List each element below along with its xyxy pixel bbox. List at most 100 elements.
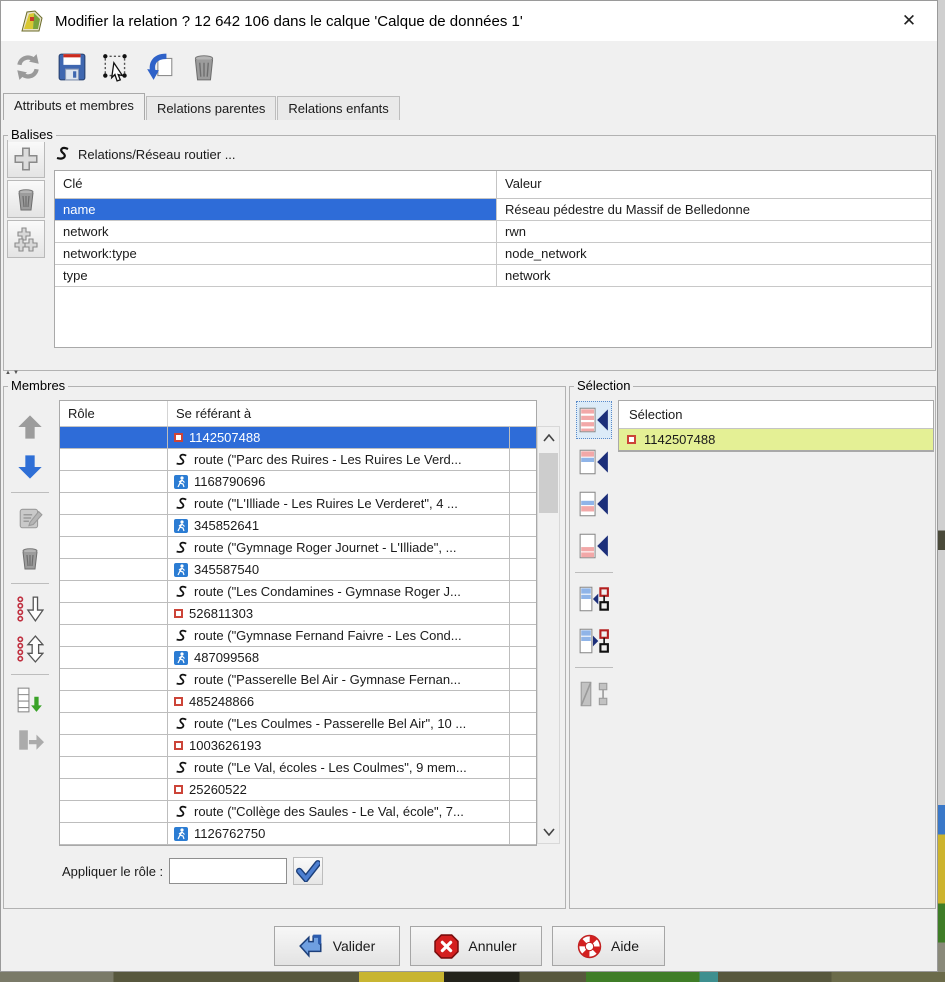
tab-1[interactable]: Relations parentes <box>146 96 276 120</box>
member-row[interactable]: route ("Les Condamines - Gymnase Roger J… <box>60 581 536 603</box>
splitter-up-icon[interactable]: ▲ <box>5 370 13 376</box>
tag-row[interactable]: typenetwork <box>55 265 931 287</box>
member-row[interactable]: 1142507488 <box>60 427 536 449</box>
member-role-cell <box>60 537 168 558</box>
download-members-button[interactable] <box>11 682 49 718</box>
selection-group-title: Sélection <box>574 378 633 393</box>
tag-key: type <box>55 265 497 286</box>
paste-tags-button[interactable] <box>7 220 45 258</box>
member-row[interactable]: 485248866 <box>60 691 536 713</box>
move-up-button[interactable] <box>11 409 49 445</box>
member-row[interactable]: 25260522 <box>60 779 536 801</box>
separator <box>575 572 613 573</box>
member-row[interactable]: 1126762750 <box>60 823 536 845</box>
member-link-cell <box>510 823 536 844</box>
splitter-handle[interactable]: ▲▼ <box>5 370 21 376</box>
pedestrian-way-icon <box>174 475 188 489</box>
tag-row[interactable]: nameRéseau pédestre du Massif de Belledo… <box>55 199 931 221</box>
edit-member-button[interactable] <box>11 500 49 536</box>
apply-changes-button[interactable] <box>141 48 179 86</box>
tab-2[interactable]: Relations enfants <box>277 96 399 120</box>
preset-row[interactable]: Relations/Réseau routier ... <box>54 144 236 164</box>
apply-role-button[interactable] <box>293 857 323 885</box>
refresh-button[interactable] <box>9 48 47 86</box>
tag-table-body: nameRéseau pédestre du Massif de Belledo… <box>55 199 931 287</box>
tag-row[interactable]: network:typenode_network <box>55 243 931 265</box>
member-row[interactable]: route ("Gymnage Roger Journet - L'Illiad… <box>60 537 536 559</box>
scrollbar-thumb[interactable] <box>539 453 558 513</box>
value-column-header[interactable]: Valeur <box>497 171 931 198</box>
sort-members-button[interactable] <box>11 591 49 627</box>
pedestrian-way-icon <box>174 651 188 665</box>
close-icon[interactable]: ✕ <box>897 9 921 33</box>
member-row[interactable]: 1003626193 <box>60 735 536 757</box>
member-role-cell <box>60 735 168 756</box>
member-ref-cell: 25260522 <box>168 779 510 800</box>
member-ref-cell: 1126762750 <box>168 823 510 844</box>
selection-column-header[interactable]: Sélection <box>619 401 933 429</box>
member-role-cell <box>60 669 168 690</box>
add-selection-after-button[interactable] <box>576 485 612 523</box>
window-title: Modifier la relation ? 12 642 106 dans l… <box>55 13 523 30</box>
member-label: 1126762750 <box>194 823 265 844</box>
tags-group: Balises <box>3 135 936 371</box>
role-column-header[interactable]: Rôle <box>60 401 168 426</box>
separator <box>575 667 613 668</box>
selection-row[interactable]: 1142507488 <box>619 429 933 451</box>
scroll-up-icon[interactable] <box>538 427 559 449</box>
separator <box>11 583 49 584</box>
member-ref-cell: 526811303 <box>168 603 510 624</box>
member-scrollbar[interactable] <box>537 426 560 844</box>
tag-row[interactable]: networkrwn <box>55 221 931 243</box>
add-selection-before-button[interactable] <box>576 443 612 481</box>
delete-tag-button[interactable] <box>7 180 45 218</box>
ok-button[interactable]: Valider <box>274 926 400 966</box>
member-row[interactable]: 345852641 <box>60 515 536 537</box>
member-row[interactable]: route ("Parc des Ruires - Les Ruires Le … <box>60 449 536 471</box>
member-label: 345587540 <box>194 559 259 580</box>
tab-0[interactable]: Attributs et membres <box>3 93 145 120</box>
splitter-down-icon[interactable]: ▼ <box>13 370 21 376</box>
relation-icon <box>174 805 188 819</box>
relation-icon <box>174 717 188 731</box>
members-group: Membres <box>3 386 566 909</box>
select-members-button[interactable] <box>97 48 135 86</box>
select-selection-from-members-button[interactable] <box>576 622 612 660</box>
member-table: Rôle Se référant à 1142507488route ("Par… <box>59 400 537 846</box>
node-icon <box>174 741 183 750</box>
delete-relation-button[interactable] <box>185 48 223 86</box>
key-column-header[interactable]: Clé <box>55 171 497 198</box>
download-incomplete-button[interactable] <box>576 675 612 713</box>
reverse-order-button[interactable] <box>11 631 49 667</box>
add-selection-at-end-button[interactable] <box>576 527 612 565</box>
cancel-button[interactable]: Annuler <box>410 926 542 966</box>
add-tag-button[interactable] <box>7 140 45 178</box>
member-row[interactable]: 345587540 <box>60 559 536 581</box>
tag-buttons <box>7 140 45 258</box>
member-row[interactable]: route ("L'Illiade - Les Ruires Le Verder… <box>60 493 536 515</box>
help-button[interactable]: Aide <box>552 926 665 966</box>
node-icon <box>174 697 183 706</box>
download-selected-members-button[interactable] <box>11 722 49 758</box>
member-row[interactable]: route ("Gymnase Fernand Faivre - Les Con… <box>60 625 536 647</box>
member-link-cell <box>510 515 536 536</box>
role-input[interactable] <box>169 858 287 884</box>
move-down-button[interactable] <box>11 449 49 485</box>
member-row[interactable]: route ("Passerelle Bel Air - Gymnase Fer… <box>60 669 536 691</box>
add-selection-at-start-button[interactable] <box>576 401 612 439</box>
scroll-down-icon[interactable] <box>538 821 559 843</box>
member-row[interactable]: route ("Les Coulmes - Passerelle Bel Air… <box>60 713 536 735</box>
member-row[interactable]: route ("Collège des Saules - Le Val, éco… <box>60 801 536 823</box>
member-row[interactable]: 526811303 <box>60 603 536 625</box>
select-members-from-selection-button[interactable] <box>576 580 612 618</box>
save-button[interactable] <box>53 48 91 86</box>
remove-member-button[interactable] <box>11 540 49 576</box>
member-role-cell <box>60 801 168 822</box>
member-row[interactable]: route ("Le Val, écoles - Les Coulmes", 9… <box>60 757 536 779</box>
member-role-cell <box>60 691 168 712</box>
member-row[interactable]: 487099568 <box>60 647 536 669</box>
member-ref-cell: route ("Parc des Ruires - Les Ruires Le … <box>168 449 510 470</box>
member-row[interactable]: 1168790696 <box>60 471 536 493</box>
refers-column-header[interactable]: Se référant à <box>168 401 536 426</box>
member-buttons <box>8 409 52 762</box>
